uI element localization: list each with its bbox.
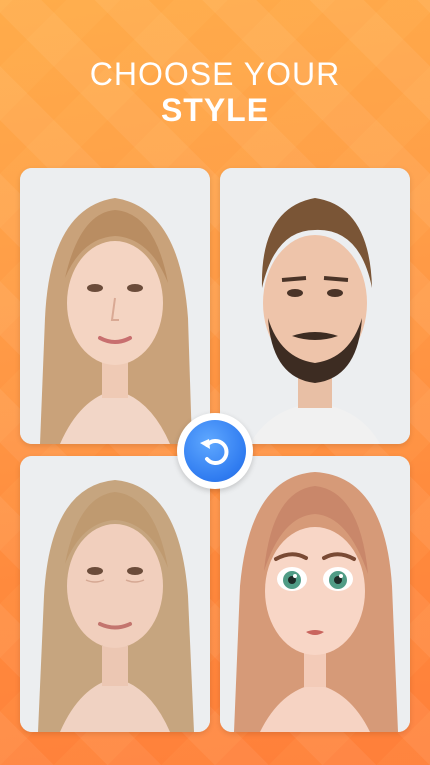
young-woman-image xyxy=(20,168,210,444)
headline-line-2: STYLE xyxy=(160,92,270,128)
swap-button-circle xyxy=(184,420,246,482)
swap-style-button[interactable] xyxy=(177,413,253,489)
older-woman-image xyxy=(20,456,210,732)
style-card-young-man[interactable] xyxy=(220,168,410,444)
style-card-cartoon[interactable] xyxy=(220,456,410,732)
young-man-image xyxy=(220,168,410,444)
rotate-arrow-icon xyxy=(200,439,229,465)
headline-line-1: CHOOSE YOUR xyxy=(89,56,341,92)
style-card-older-woman[interactable] xyxy=(20,456,210,732)
style-card-young-woman[interactable] xyxy=(20,168,210,444)
cartoon-girl-image xyxy=(220,456,410,732)
